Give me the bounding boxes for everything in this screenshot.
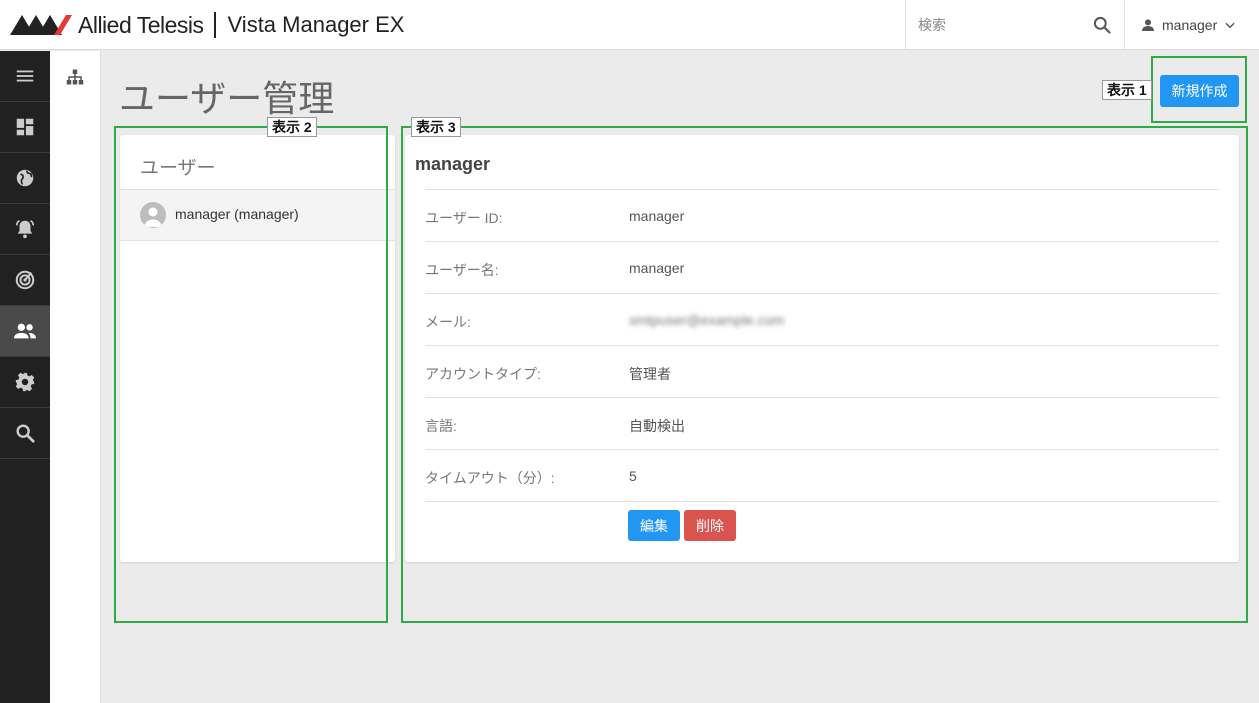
page-title: ユーザー管理 [119, 78, 335, 119]
brand-logo[interactable]: Allied Telesis Vista Manager EX [10, 10, 404, 40]
product-name: Vista Manager EX [227, 12, 405, 37]
dashboard-icon [16, 118, 34, 136]
nav-settings[interactable] [0, 357, 50, 408]
top-header: Allied Telesis Vista Manager EX manager [0, 0, 1259, 50]
brand-divider [213, 12, 216, 38]
nav-alarms[interactable] [0, 204, 50, 255]
brand-name: Allied Telesis [78, 11, 204, 38]
gear-icon [15, 372, 35, 392]
users-icon [14, 323, 36, 339]
nav-dashboard[interactable] [0, 102, 50, 153]
sitemap-icon[interactable] [66, 68, 84, 86]
header-search [905, 0, 1125, 50]
annotation-box-1 [1151, 56, 1247, 123]
annotation-box-2 [114, 126, 388, 623]
nav-monitoring[interactable] [0, 255, 50, 306]
user-menu[interactable]: manager [1140, 0, 1237, 50]
menu-icon [16, 70, 34, 82]
radar-icon [15, 270, 35, 290]
alarm-bell-icon [15, 220, 35, 239]
annotation-label-3: 表示 3 [411, 117, 461, 137]
nav-network-map[interactable] [0, 153, 50, 204]
annotation-box-3 [401, 126, 1248, 623]
secondary-sidebar [50, 51, 101, 703]
person-icon [1140, 17, 1156, 33]
globe-icon [16, 169, 34, 187]
chevron-down-icon [1223, 18, 1237, 32]
search-icon[interactable] [1092, 15, 1112, 35]
main-nav-rail [0, 51, 50, 703]
search-icon [16, 424, 35, 443]
user-name: manager [1162, 17, 1218, 33]
annotation-label-2: 表示 2 [267, 117, 317, 137]
nav-users[interactable] [0, 306, 50, 357]
nav-menu[interactable] [0, 51, 50, 102]
annotation-label-1: 表示 1 [1102, 80, 1152, 100]
allied-telesis-logo [10, 15, 72, 35]
nav-search[interactable] [0, 408, 50, 459]
search-input[interactable] [918, 14, 1078, 36]
